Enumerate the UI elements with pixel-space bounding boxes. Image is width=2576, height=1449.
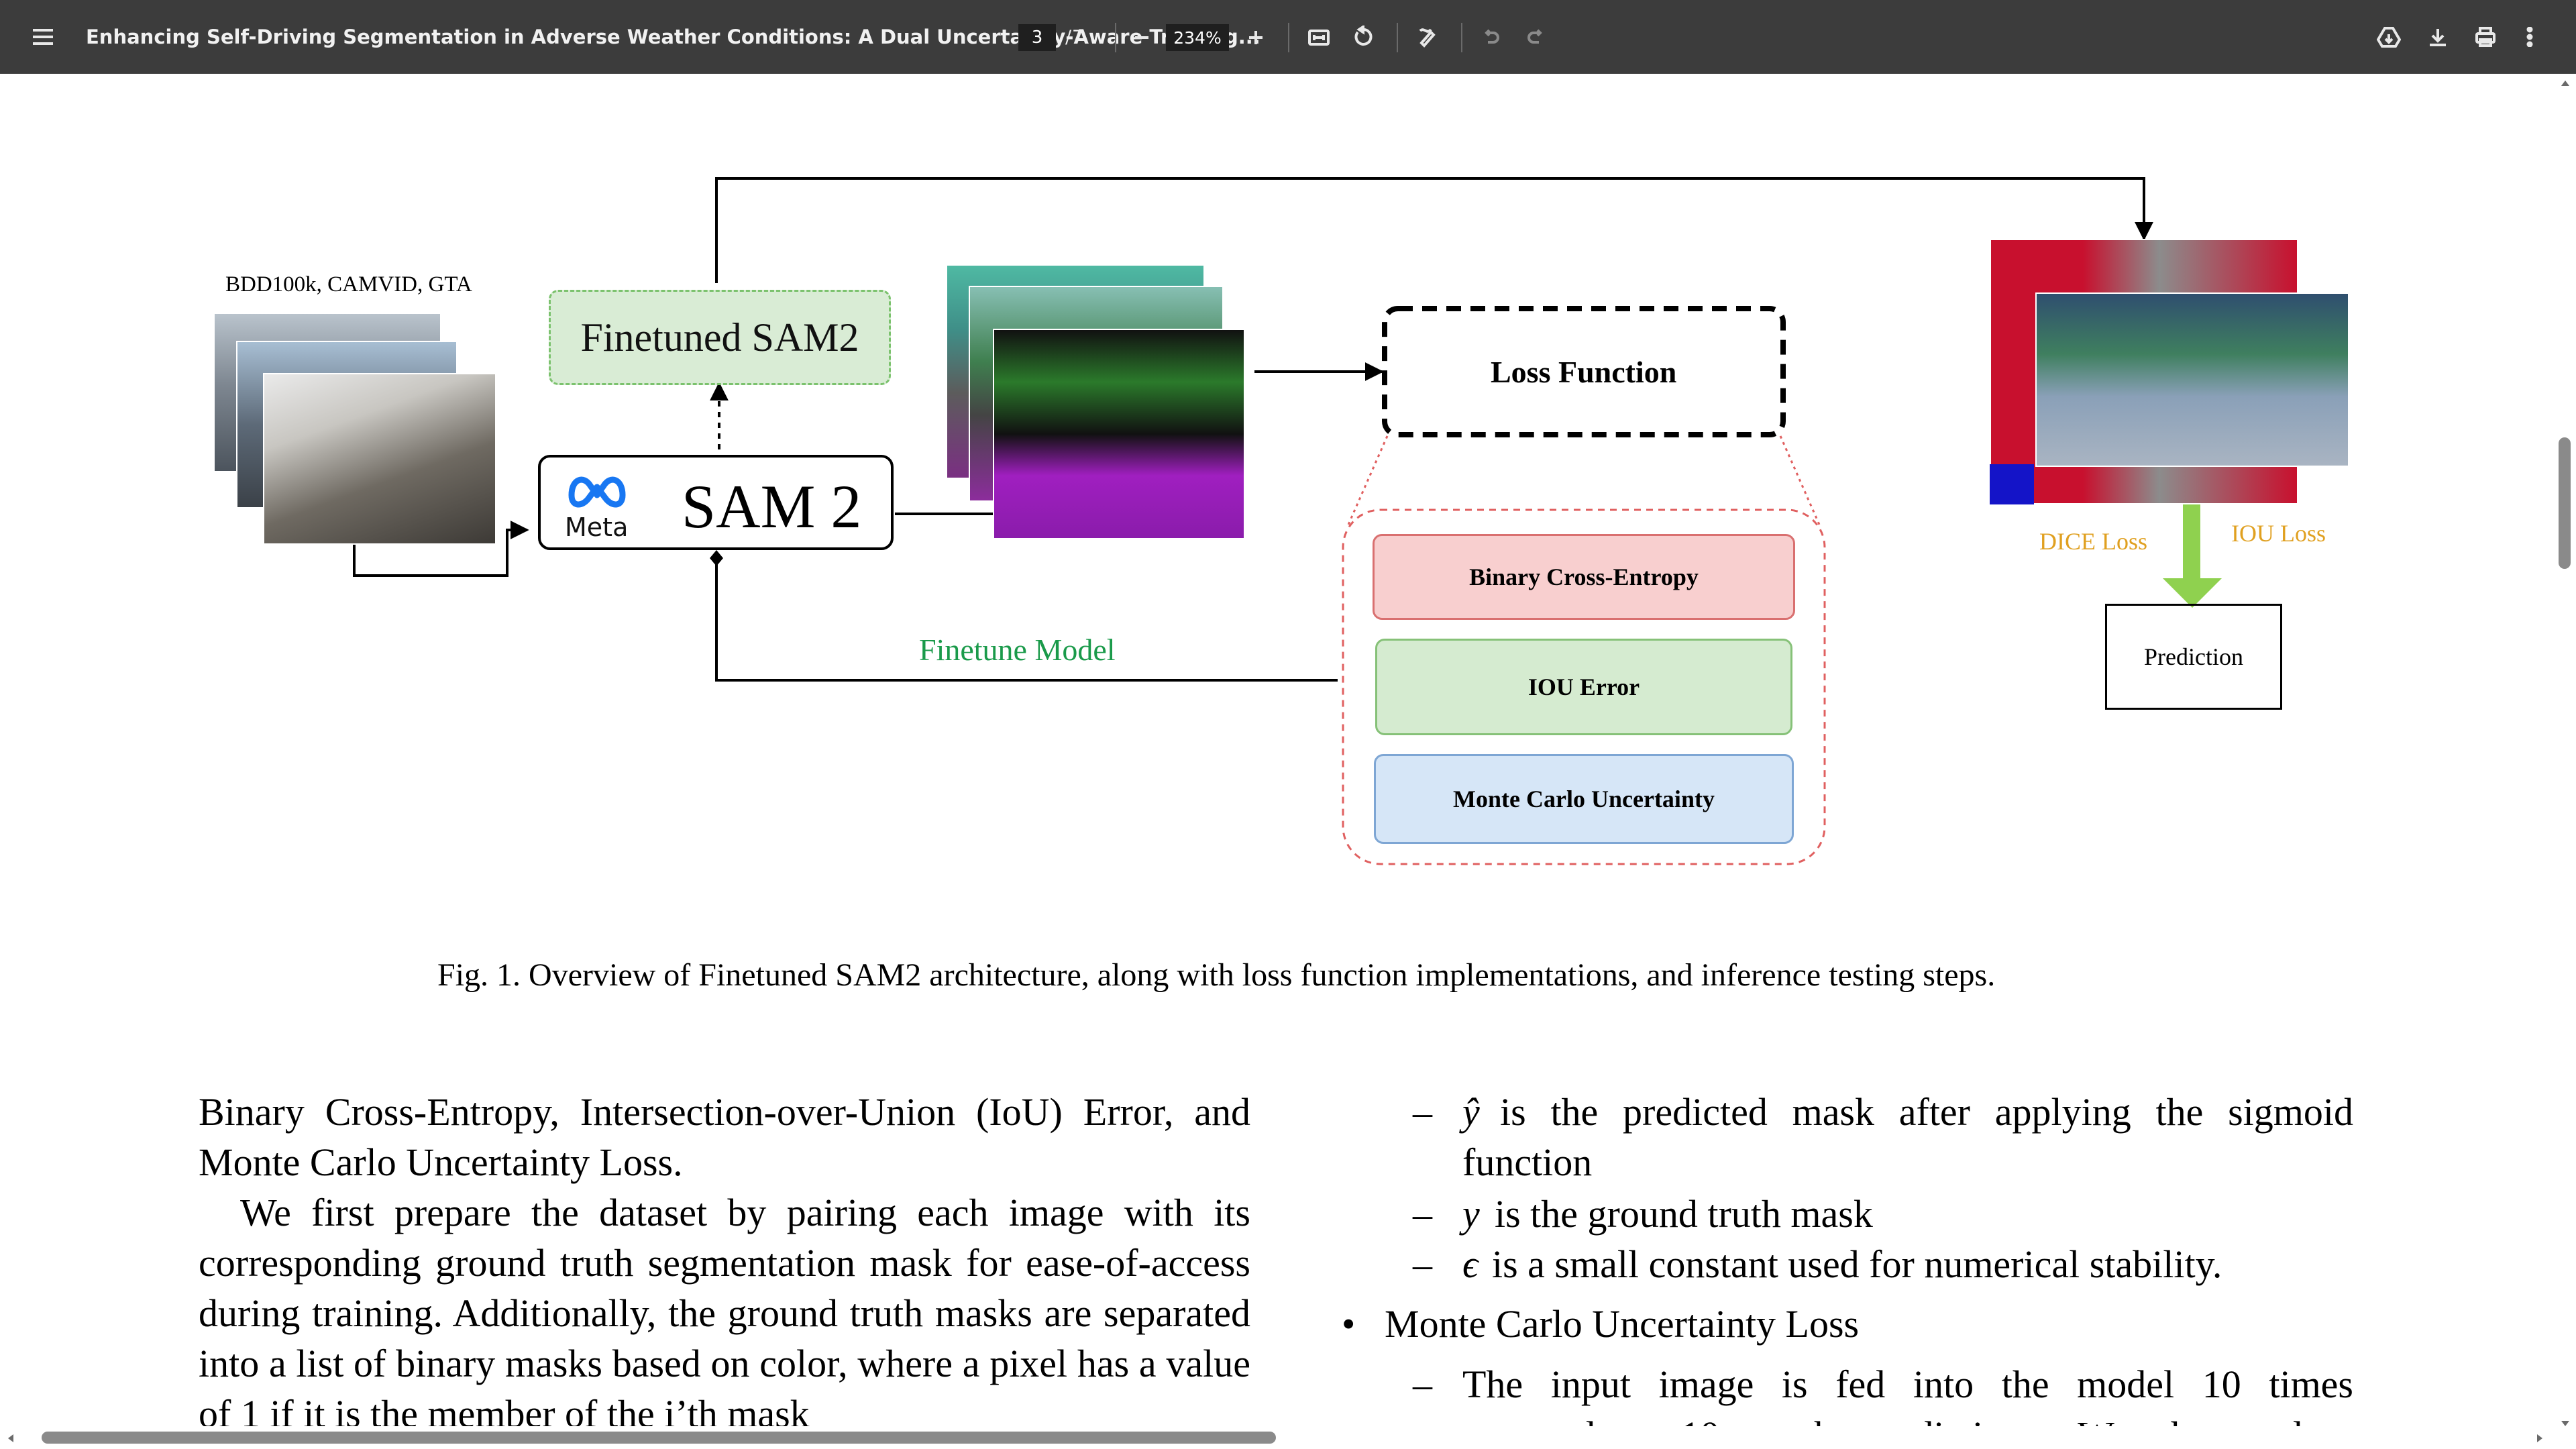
horizontal-scroll-thumb[interactable] [42, 1432, 1276, 1444]
total-pages: 7 [1072, 27, 1084, 48]
bullet-dot: • [1342, 1302, 1356, 1346]
document-title: Enhancing Self-Driving Segmentation in A… [86, 25, 1260, 48]
bullet-dash: – [1413, 1242, 1432, 1286]
undo-icon[interactable] [1479, 25, 1504, 48]
paragraph: Binary Cross-Entropy, Intersection-over-… [199, 1090, 1250, 1184]
page-separator: / [1065, 27, 1072, 48]
sam2-label: SAM 2 [682, 472, 862, 541]
scroll-left-icon[interactable] [5, 1433, 15, 1444]
bce-loss-label: Binary Cross-Entropy [1469, 564, 1699, 590]
iou-error-label: IOU Error [1527, 674, 1640, 700]
scroll-down-icon[interactable] [2560, 1419, 2571, 1429]
current-page-input[interactable]: 3 [1018, 24, 1056, 51]
finetuned-sam2-label: Finetuned SAM2 [580, 315, 859, 360]
prediction-box: Prediction [2105, 604, 2282, 710]
pdf-toolbar: Enhancing Self-Driving Segmentation in A… [0, 0, 2576, 74]
paragraph: We first prepare the dataset by pairing … [199, 1191, 1250, 1429]
toolbar-divider [1288, 23, 1289, 52]
dataset-label: BDD100k, CAMVID, GTA [225, 272, 472, 297]
pdf-page: BDD100k, CAMVID, GTA Finetuned SAM2 Meta… [0, 74, 2555, 1429]
prediction-label: Prediction [2144, 643, 2243, 670]
meta-logo-icon [568, 476, 626, 508]
monte-carlo-label: Monte Carlo Uncertainty [1453, 786, 1715, 812]
drive-icon[interactable] [2375, 24, 2403, 50]
rotate-icon[interactable] [1350, 24, 1377, 50]
dataset-image-1 [263, 373, 496, 545]
vertical-scrollbar[interactable] [2555, 74, 2576, 1449]
finetuned-sam2-box: Finetuned SAM2 [549, 290, 891, 385]
monte-carlo-text: The input image is fed into the model 10… [1462, 1362, 2353, 1406]
redo-icon[interactable] [1523, 25, 1548, 48]
bullet-y-symbol: y [1462, 1192, 1480, 1236]
left-column: Binary Cross-Entropy, Intersection-over-… [199, 1087, 1250, 1429]
bullet-eps-symbol: ϵ [1462, 1242, 1479, 1286]
mask-image-1 [993, 329, 1245, 539]
monte-carlo-box: Monte Carlo Uncertainty [1374, 754, 1794, 844]
scroll-up-icon[interactable] [2560, 78, 2571, 87]
meta-label: Meta [565, 513, 629, 542]
finetune-model-label: Finetune Model [919, 633, 1116, 667]
toolbar-divider [1397, 23, 1398, 52]
annotate-icon[interactable] [1415, 24, 1442, 50]
figure-caption: Fig. 1. Overview of Finetuned SAM2 archi… [437, 957, 1996, 993]
sam2-box: Meta SAM 2 [538, 455, 894, 550]
hamburger-menu-icon[interactable] [30, 25, 56, 48]
dice-loss-label: DICE Loss [2039, 528, 2147, 555]
more-options-icon[interactable] [2520, 24, 2540, 50]
iou-error-box: IOU Error [1375, 639, 1792, 735]
scroll-right-icon[interactable] [2536, 1433, 2545, 1444]
bullet-yhat-symbol: ŷ [1462, 1090, 1480, 1134]
bullet-dash: – [1413, 1362, 1432, 1406]
prediction-mask-blue-patch [1990, 464, 2034, 504]
print-icon[interactable] [2471, 24, 2500, 50]
zoom-in-icon[interactable] [1244, 27, 1268, 48]
download-icon[interactable] [2424, 24, 2451, 50]
toolbar-divider [1115, 23, 1116, 52]
bullet-dash: – [1413, 1090, 1432, 1134]
zoom-level-input[interactable]: 234% [1166, 24, 1229, 51]
zoom-out-icon[interactable] [1130, 27, 1154, 48]
bullet-yhat-text: is the predicted mask after applying the… [1500, 1090, 2353, 1134]
bullet-eps-text: is a small constant used for numerical s… [1492, 1242, 2222, 1286]
loss-function-label: Loss Function [1491, 355, 1677, 389]
bce-loss-box: Binary Cross-Entropy [1373, 534, 1795, 620]
bullet-y-text: is the ground truth mask [1495, 1192, 1873, 1236]
iou-loss-label: IOU Loss [2231, 520, 2326, 547]
toolbar-divider [1461, 23, 1462, 52]
bullet-dash: – [1413, 1192, 1432, 1236]
bullet-yhat-cont: function [1462, 1140, 1593, 1184]
fit-page-icon[interactable] [1305, 25, 1332, 50]
prediction-overlay-image [2035, 292, 2349, 467]
vertical-scroll-thumb[interactable] [2559, 437, 2571, 569]
monte-carlo-heading: Monte Carlo Uncertainty Loss [1385, 1302, 1860, 1346]
